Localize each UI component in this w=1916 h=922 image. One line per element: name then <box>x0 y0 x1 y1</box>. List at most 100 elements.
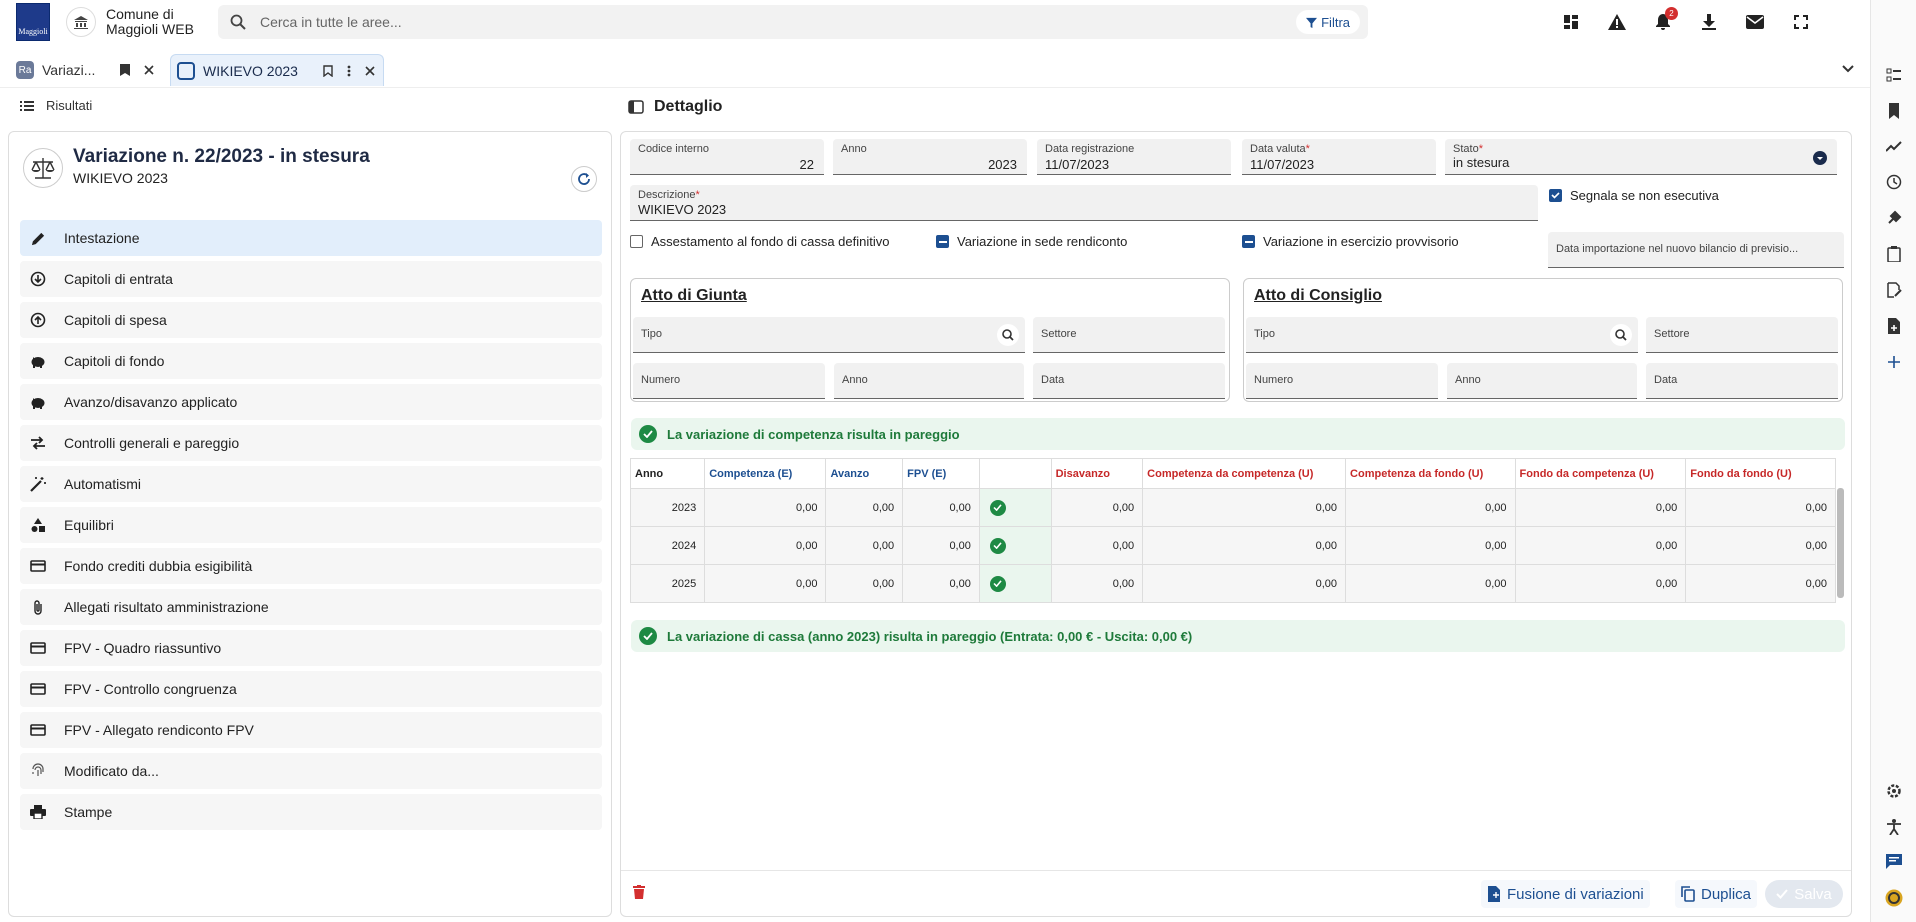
add-icon[interactable] <box>1884 352 1904 372</box>
column-header-9[interactable]: Fondo da fondo (U) <box>1685 458 1836 489</box>
value-cell: 0,00 <box>1685 564 1836 603</box>
refresh-icon[interactable] <box>571 166 597 192</box>
results-header[interactable]: Risultati <box>20 98 92 113</box>
checklist-icon[interactable] <box>1884 65 1904 85</box>
column-header-6[interactable]: Competenza da competenza (U) <box>1142 458 1347 489</box>
table-scrollbar[interactable] <box>1837 488 1844 598</box>
menu-item-7[interactable]: Equilibri <box>20 507 602 543</box>
more-vertical-icon[interactable] <box>347 65 351 77</box>
menu-item-6[interactable]: Automatismi <box>20 466 602 502</box>
close-icon[interactable] <box>365 65 375 76</box>
menu-item-14[interactable]: Stampe <box>20 794 602 830</box>
menu-item-9[interactable]: Allegati risultato amministrazione <box>20 589 602 625</box>
accessibility-icon[interactable] <box>1884 817 1904 837</box>
bookmark-icon[interactable] <box>120 64 130 76</box>
column-header-0[interactable]: Anno <box>629 458 706 489</box>
column-header-8[interactable]: Fondo da competenza (U) <box>1514 458 1687 489</box>
chevron-down-icon[interactable] <box>1842 60 1854 76</box>
dropdown-arrow-icon[interactable] <box>1813 151 1827 165</box>
app-logo[interactable]: Maggioli <box>16 3 50 41</box>
atto-giunta-settore-field[interactable]: Settore <box>1033 317 1225 353</box>
paperclip-icon <box>28 597 48 617</box>
search-icon[interactable] <box>997 324 1019 346</box>
column-header-2[interactable]: Avanzo <box>825 458 904 489</box>
column-header-7[interactable]: Competenza da fondo (U) <box>1345 458 1516 489</box>
trend-icon[interactable] <box>1884 136 1904 156</box>
menu-item-1[interactable]: Capitoli di entrata <box>20 261 602 297</box>
column-header-5[interactable]: Disavanzo <box>1050 458 1144 489</box>
atto-giunta-numero-field[interactable]: Numero <box>633 363 825 399</box>
descrizione-field[interactable]: Descrizione* WIKIEVO 2023 <box>630 185 1538 221</box>
arrow-up-circle-icon <box>28 310 48 330</box>
menu-item-5[interactable]: Controlli generali e pareggio <box>20 425 602 461</box>
atto-consiglio-anno-field[interactable]: Anno <box>1447 363 1637 399</box>
atto-giunta-tipo-field[interactable]: Tipo <box>633 317 1025 353</box>
mail-icon[interactable] <box>1742 9 1768 35</box>
menu-item-0[interactable]: Intestazione <box>20 220 602 256</box>
column-header-1[interactable]: Competenza (E) <box>704 458 827 489</box>
search-icon[interactable] <box>1610 324 1632 346</box>
menu-item-4[interactable]: Avanzo/disavanzo applicato <box>20 384 602 420</box>
salva-button[interactable]: Salva <box>1765 880 1843 908</box>
document-add-icon[interactable] <box>1884 316 1904 336</box>
table-row[interactable]: 2023 0,00 0,00 0,00 0,00 0,00 0,00 0,00 0,00 <box>629 488 1836 527</box>
notifications-bell-icon[interactable]: 2 <box>1650 7 1678 35</box>
settings-gear-icon[interactable] <box>1884 781 1904 801</box>
download-icon[interactable] <box>1696 9 1722 35</box>
global-search[interactable]: Cerca in tutte le aree... Filtra <box>218 5 1368 39</box>
atto-consiglio-data-field[interactable]: Data <box>1646 363 1838 399</box>
assestamento-checkbox[interactable]: Assestamento al fondo di cassa definitiv… <box>630 234 889 249</box>
plug-icon[interactable] <box>1884 208 1904 228</box>
atto-consiglio-numero-field[interactable]: Numero <box>1246 363 1438 399</box>
table-row[interactable]: 2025 0,00 0,00 0,00 0,00 0,00 0,00 0,00 0,00 <box>629 564 1836 603</box>
atto-giunta-data-field[interactable]: Data <box>1033 363 1225 399</box>
data-registrazione-field[interactable]: Data registrazione 11/07/2023 <box>1037 139 1231 175</box>
stato-select[interactable]: Stato* in stesura <box>1445 139 1837 175</box>
close-icon[interactable] <box>144 65 154 75</box>
menu-item-11[interactable]: FPV - Controllo congruenza <box>20 671 602 707</box>
value-cell: 0,00 <box>1142 526 1347 565</box>
atto-giunta-anno-field[interactable]: Anno <box>834 363 1024 399</box>
segnala-checkbox[interactable]: Segnala se non esecutiva <box>1549 188 1719 203</box>
chat-icon[interactable] <box>1884 852 1904 872</box>
history-icon[interactable] <box>1884 172 1904 192</box>
sidebar-toggle-icon[interactable] <box>628 100 644 114</box>
codice-interno-field[interactable]: Codice interno 22 <box>630 139 824 175</box>
duplica-button[interactable]: Duplica <box>1675 880 1758 908</box>
anno-field[interactable]: Anno 2023 <box>833 139 1027 175</box>
table-row[interactable]: 2024 0,00 0,00 0,00 0,00 0,00 0,00 0,00 0,00 <box>629 526 1836 565</box>
sede-rendiconto-checkbox[interactable]: Variazione in sede rendiconto <box>936 234 1127 249</box>
column-header-3[interactable]: FPV (E) <box>902 458 980 489</box>
menu-item-10[interactable]: FPV - Quadro riassuntivo <box>20 630 602 666</box>
bank-icon[interactable] <box>66 7 96 37</box>
menu-item-3[interactable]: Capitoli di fondo <box>20 343 602 379</box>
top-bar: Maggioli Comune di Maggioli WEB Cerca in… <box>0 0 1870 44</box>
menu-item-8[interactable]: Fondo crediti dubbia esigibilità <box>20 548 602 584</box>
bookmarks-icon[interactable] <box>1884 101 1904 121</box>
delete-trash-icon[interactable] <box>633 885 645 902</box>
data-valuta-field[interactable]: Data valuta* 11/07/2023 <box>1242 139 1436 175</box>
fullscreen-icon[interactable] <box>1788 9 1814 35</box>
esercizio-provvisorio-checkbox[interactable]: Variazione in esercizio provvisorio <box>1242 234 1459 249</box>
clipboard-icon[interactable] <box>1884 244 1904 264</box>
dashboard-icon[interactable] <box>1558 9 1584 35</box>
warning-icon[interactable] <box>1604 9 1630 35</box>
menu-item-12[interactable]: FPV - Allegato rendiconto FPV <box>20 712 602 748</box>
check-circle-icon <box>989 499 1006 516</box>
data-importazione-field[interactable]: Data importazione nel nuovo bilancio di … <box>1548 232 1844 268</box>
help-badge-icon[interactable] <box>1884 888 1904 908</box>
filter-button[interactable]: Filtra <box>1296 10 1360 34</box>
column-header-4[interactable] <box>978 458 1052 489</box>
menu-item-13[interactable]: Modificato da... <box>20 753 602 789</box>
search-input[interactable]: Cerca in tutte le aree... <box>260 14 402 30</box>
fusione-variazioni-button[interactable]: Fusione di variazioni <box>1481 880 1650 908</box>
menu-item-2[interactable]: Capitoli di spesa <box>20 302 602 338</box>
bookmark-outline-icon[interactable] <box>323 64 333 77</box>
document-edit-icon[interactable] <box>1884 280 1904 300</box>
competenza-table: Anno Competenza (E) Avanzo FPV (E) Disavanzo… <box>629 458 1836 603</box>
tab-wikievo-2023[interactable]: WIKIEVO 2023 <box>170 54 384 86</box>
atto-consiglio-tipo-field[interactable]: Tipo <box>1246 317 1638 353</box>
atto-consiglio-settore-field[interactable]: Settore <box>1646 317 1838 353</box>
document-merge-icon <box>1488 886 1500 902</box>
tab-variazioni[interactable]: Ra Variazi... <box>10 54 162 86</box>
